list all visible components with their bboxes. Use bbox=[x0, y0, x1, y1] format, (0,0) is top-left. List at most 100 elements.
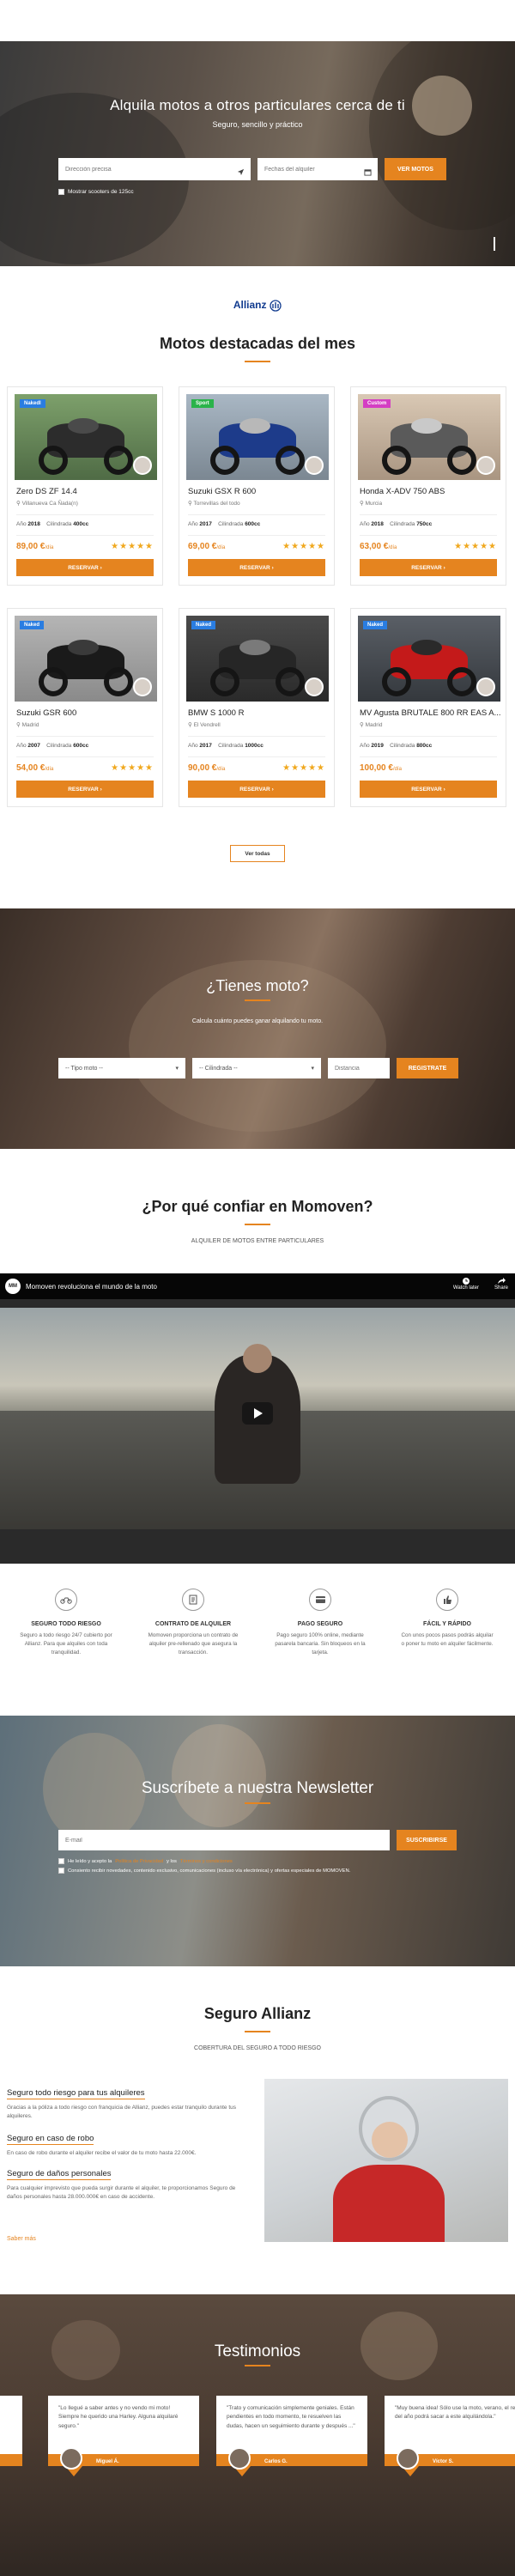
share-icon bbox=[497, 1278, 506, 1284]
moto-name[interactable]: Zero DS ZF 14.4 bbox=[16, 487, 77, 496]
newsletter-email-input[interactable] bbox=[58, 1830, 390, 1850]
share-button[interactable]: Share bbox=[494, 1277, 508, 1291]
testimonials-underline bbox=[245, 2365, 270, 2366]
reserve-button[interactable]: Reservar › bbox=[360, 559, 497, 576]
cc-value: -- Cilindrada -- bbox=[199, 1065, 238, 1072]
moto-name[interactable]: MV Agusta BRUTALE 800 RR EAS A... bbox=[360, 708, 501, 718]
dates-input[interactable] bbox=[258, 158, 378, 180]
moto-location: ⚲ Villanueva Ca Ñada(n) bbox=[16, 500, 78, 507]
year-value: 2018 bbox=[27, 521, 40, 527]
view-all-button[interactable]: Ver todas bbox=[230, 845, 285, 862]
year-label: Año bbox=[16, 743, 27, 749]
reserve-button[interactable]: Reservar › bbox=[16, 559, 154, 576]
register-button[interactable]: Registrate bbox=[397, 1058, 458, 1078]
feature-text: Momoven proporciona un contrato de alqui… bbox=[148, 1632, 239, 1656]
moto-name[interactable]: BMW S 1000 R bbox=[188, 708, 244, 718]
year-value: 2018 bbox=[371, 521, 384, 527]
reserve-button[interactable]: Reservar › bbox=[188, 781, 325, 798]
moto-card[interactable]: Naked Suzuki GSR 600 ⚲ Madrid Año 2007 C… bbox=[7, 608, 163, 807]
allianz-logo: Allianz bbox=[0, 298, 515, 312]
reserve-button[interactable]: Reservar › bbox=[188, 559, 325, 576]
insurance-image bbox=[264, 2079, 508, 2242]
moto-name[interactable]: Suzuki GSR 600 bbox=[16, 708, 76, 718]
moto-photo[interactable]: Naked bbox=[15, 616, 157, 702]
moto-location-text: El Vendrell bbox=[193, 722, 221, 728]
moto-location: ⚲ Murcia bbox=[360, 500, 382, 507]
moto-location-text: Murcia bbox=[365, 501, 383, 507]
terms-link[interactable]: Términos y condiciones bbox=[180, 1859, 233, 1864]
divider bbox=[188, 756, 325, 757]
moto-tank bbox=[411, 640, 442, 655]
location-input[interactable] bbox=[58, 158, 251, 180]
cc-value: 750cc bbox=[416, 521, 433, 527]
divider bbox=[16, 756, 154, 757]
insurance-block-text: En caso de robo durante el alquiler reci… bbox=[7, 2150, 197, 2156]
moto-card[interactable]: Naked MV Agusta BRUTALE 800 RR EAS A... … bbox=[350, 608, 506, 807]
watch-later-label: Watch later bbox=[452, 1285, 479, 1291]
scooters-checkbox-row: Mostrar scooters de 125cc bbox=[58, 189, 134, 195]
insurance-block-text: Para cualquier imprevisto que pueda surg… bbox=[7, 2185, 236, 2201]
play-button[interactable] bbox=[242, 1402, 273, 1425]
moto-wheel bbox=[382, 446, 411, 475]
moto-tank bbox=[68, 418, 99, 434]
divider bbox=[16, 514, 154, 515]
testimonial-text: "Trato y comunicación simplemente genial… bbox=[227, 2405, 355, 2429]
moto-type-select[interactable]: -- Tipo moto -- ▾ bbox=[58, 1058, 185, 1078]
moto-tank bbox=[411, 418, 442, 434]
moto-card[interactable]: Sport Suzuki GSX R 600 ⚲ Torrevillas del… bbox=[179, 386, 335, 586]
thumbs-up-icon bbox=[436, 1589, 458, 1611]
calendar-icon[interactable] bbox=[364, 165, 372, 180]
video-title[interactable]: Momoven revoluciona el mundo de la moto bbox=[26, 1283, 157, 1291]
price-unit: /día bbox=[392, 767, 402, 772]
moto-price: 90,00 €/día bbox=[188, 763, 225, 773]
cc-label: Cilindrada bbox=[218, 743, 244, 749]
moto-card[interactable]: Nakedl Zero DS ZF 14.4 ⚲ Villanueva Ca Ñ… bbox=[7, 386, 163, 586]
cc-label: Cilindrada bbox=[390, 743, 415, 749]
moto-card[interactable]: Naked BMW S 1000 R ⚲ El Vendrell Año 201… bbox=[179, 608, 335, 807]
search-motos-button[interactable]: Ver motos bbox=[385, 158, 446, 180]
reserve-button[interactable]: Reservar › bbox=[360, 781, 497, 798]
privacy-text-b: y los bbox=[167, 1858, 177, 1864]
moto-photo[interactable]: Naked bbox=[358, 616, 500, 702]
moto-photo[interactable]: Naked bbox=[186, 616, 329, 702]
moto-photo[interactable]: Nakedl bbox=[15, 394, 157, 480]
promo-video[interactable]: MM Momoven revoluciona el mundo de la mo… bbox=[0, 1273, 515, 1564]
moto-photo[interactable]: Custom bbox=[358, 394, 500, 480]
cc-select[interactable]: -- Cilindrada -- ▾ bbox=[192, 1058, 321, 1078]
moto-card[interactable]: Custom Honda X-ADV 750 ABS ⚲ Murcia Año … bbox=[350, 386, 506, 586]
hero-title: Alquila motos a otros particulares cerca… bbox=[110, 97, 405, 113]
cc-value: 600cc bbox=[73, 743, 89, 749]
feature-item: Contrato de alquiler Momoven proporciona… bbox=[146, 1589, 240, 1656]
learn-more-link[interactable]: Saber más bbox=[7, 2236, 36, 2242]
moto-name[interactable]: Honda X-ADV 750 ABS bbox=[360, 487, 445, 496]
moto-photo[interactable]: Sport bbox=[186, 394, 329, 480]
cc-value: 600cc bbox=[245, 521, 261, 527]
newsletter-underline bbox=[245, 1802, 270, 1804]
moto-name[interactable]: Suzuki GSX R 600 bbox=[188, 487, 256, 496]
feature-title: Pago seguro bbox=[297, 1621, 343, 1627]
moto-price: 100,00 €/día bbox=[360, 763, 402, 773]
year-value: 2017 bbox=[199, 743, 212, 749]
moto-tank bbox=[239, 640, 270, 655]
category-badge: Naked bbox=[20, 621, 45, 629]
divider bbox=[360, 736, 497, 737]
feature-item: Fácil y rápido Con unos pocos pasos podr… bbox=[400, 1589, 494, 1649]
distance-input[interactable] bbox=[328, 1058, 390, 1078]
moto-location: ⚲ Torrevillas del todo bbox=[188, 500, 240, 507]
year-label: Año bbox=[360, 521, 370, 527]
marketing-checkbox[interactable] bbox=[58, 1868, 64, 1874]
channel-logo[interactable]: MM bbox=[5, 1279, 21, 1294]
moto-type-value: -- Tipo moto -- bbox=[65, 1065, 103, 1072]
category-badge: Custom bbox=[363, 399, 391, 408]
privacy-checkbox[interactable] bbox=[58, 1858, 64, 1864]
cc-label: Cilindrada bbox=[46, 521, 72, 527]
reserve-label: Reservar bbox=[411, 564, 442, 571]
scooters-checkbox[interactable] bbox=[58, 189, 64, 195]
watch-later-button[interactable]: Watch later bbox=[453, 1277, 479, 1291]
price-value: 90,00 € bbox=[188, 763, 217, 773]
subscribe-button[interactable]: Suscribirse bbox=[397, 1830, 457, 1850]
feature-title: Fácil y rápido bbox=[422, 1621, 471, 1627]
location-arrow-icon[interactable] bbox=[237, 165, 245, 180]
reserve-button[interactable]: Reservar › bbox=[16, 781, 154, 798]
privacy-link[interactable]: Política de Privacidad bbox=[115, 1859, 163, 1864]
